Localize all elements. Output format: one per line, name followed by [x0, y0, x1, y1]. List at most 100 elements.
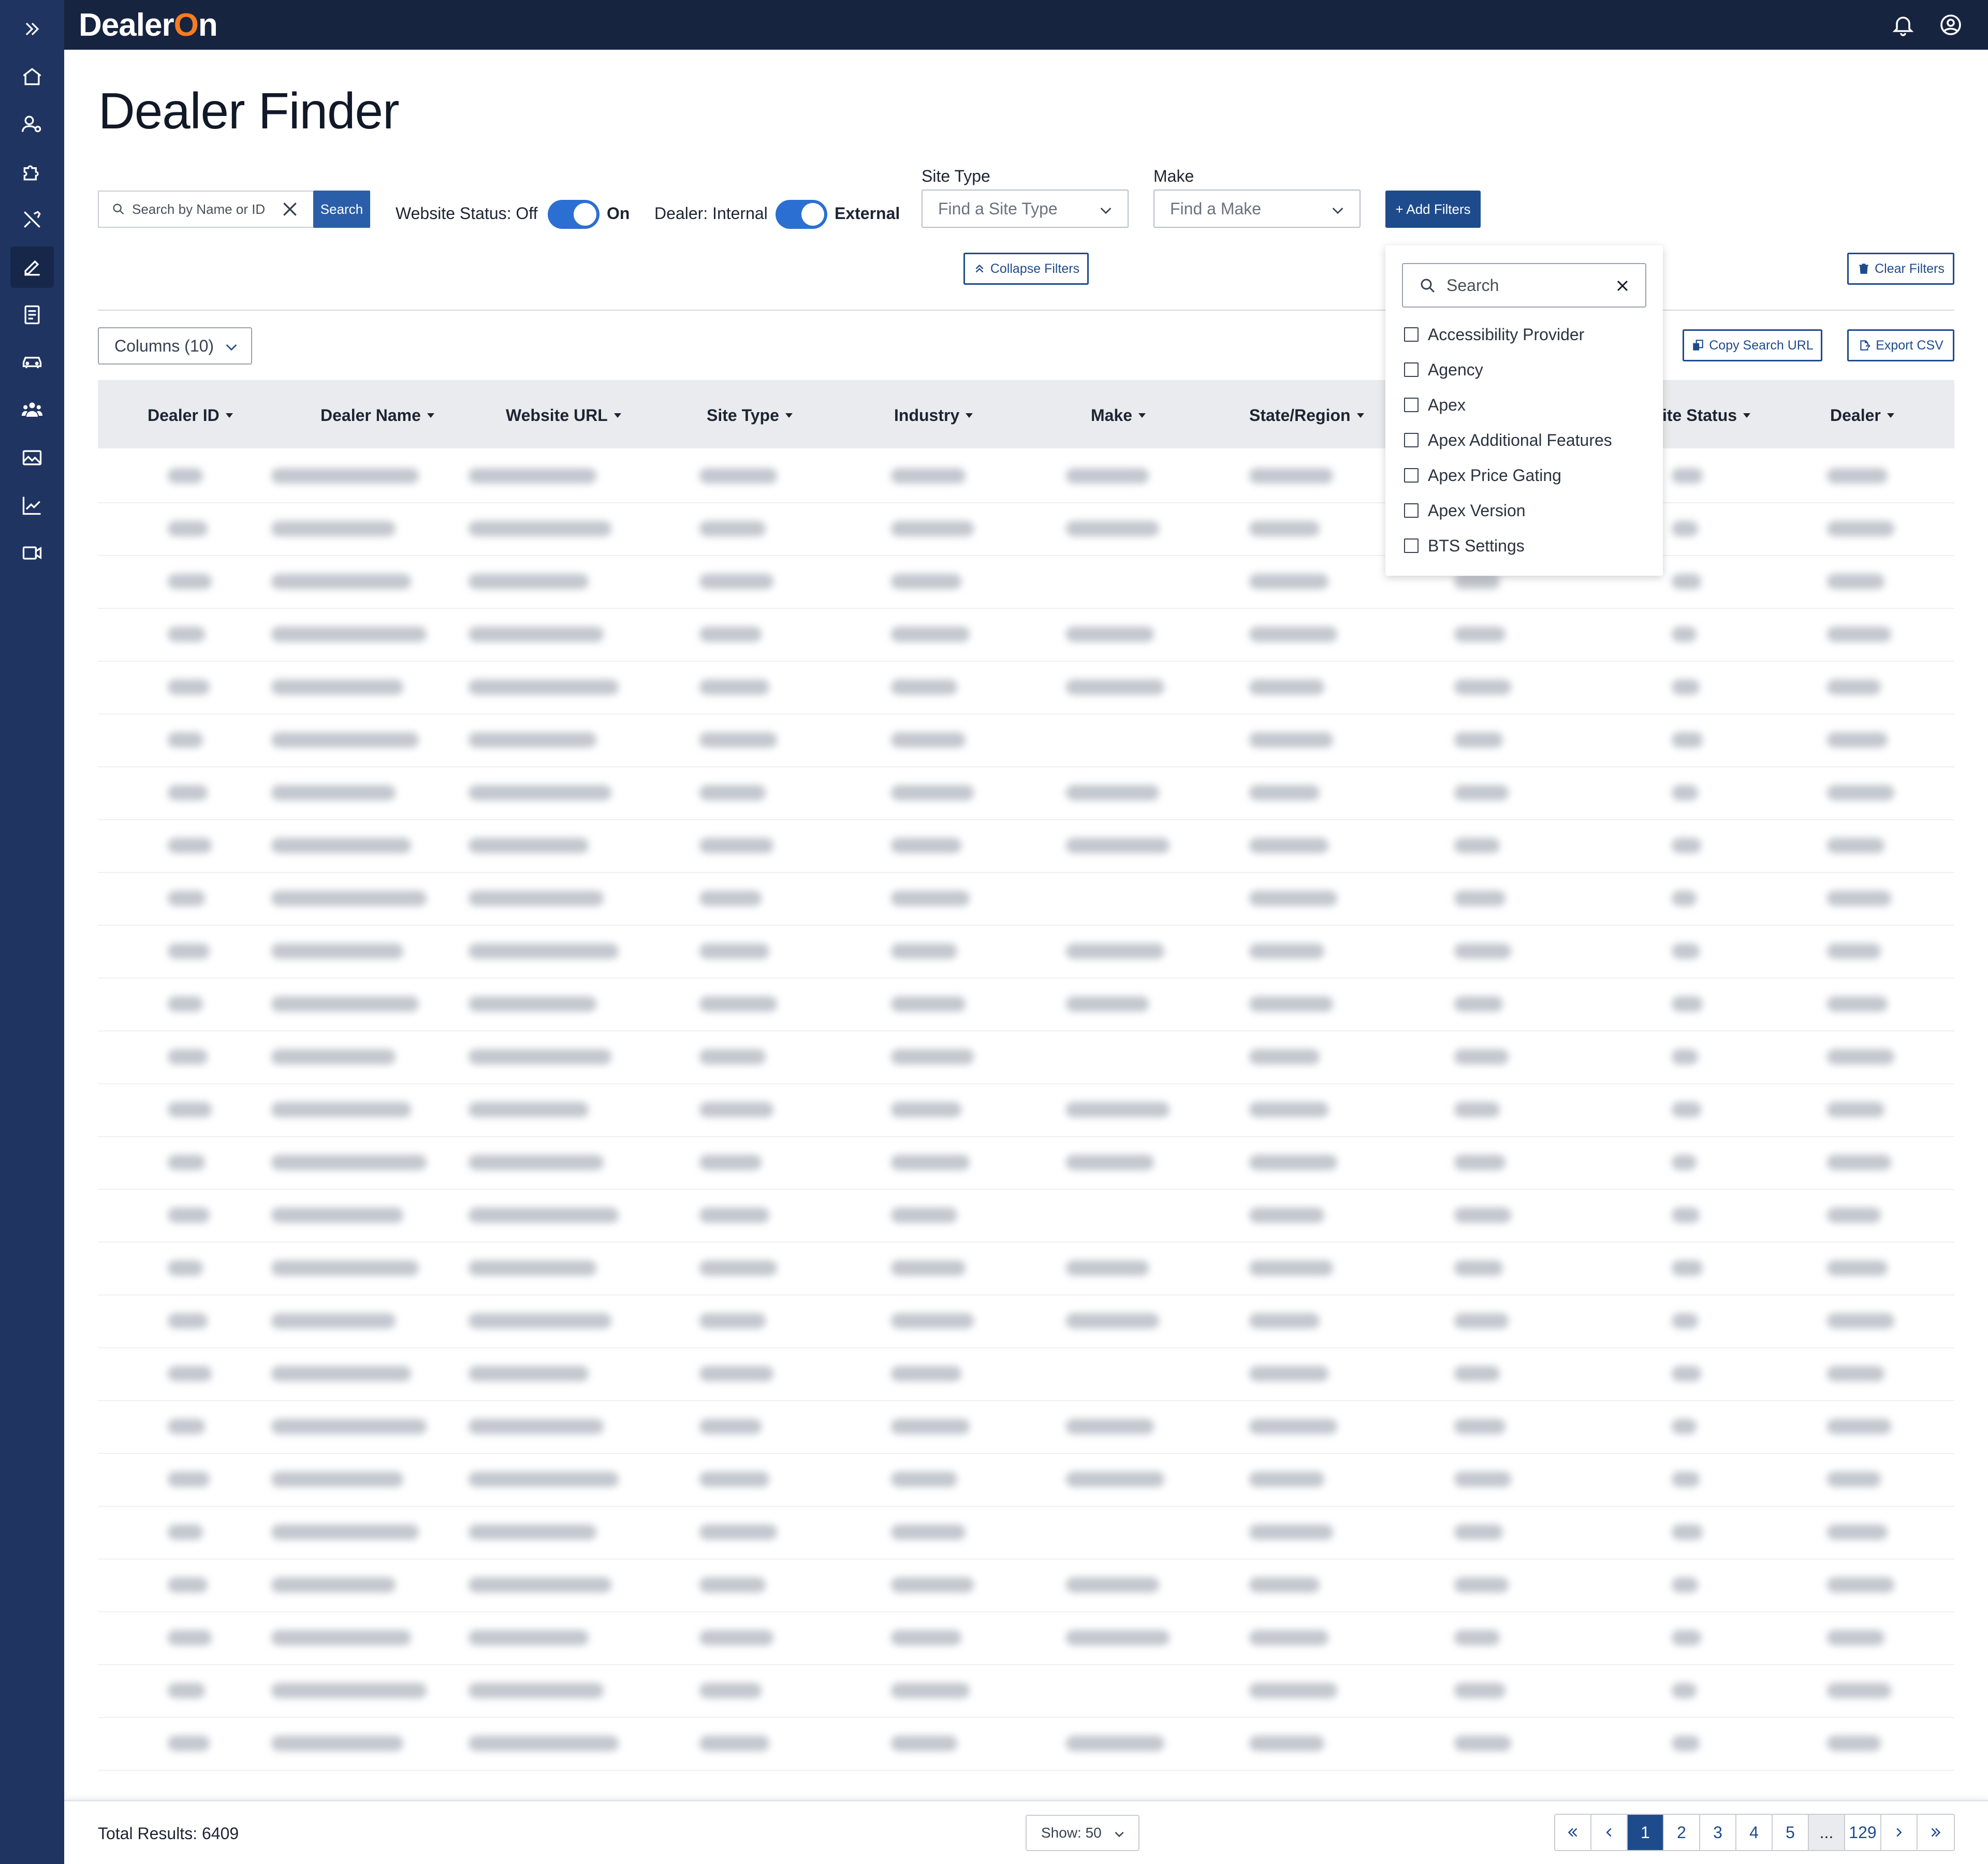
clear-filters-button[interactable]: Clear Filters — [1847, 253, 1954, 285]
export-csv-button[interactable]: Export CSV — [1847, 329, 1954, 361]
last-page-button[interactable] — [1918, 1815, 1954, 1850]
close-icon[interactable] — [1613, 276, 1632, 295]
first-page-button[interactable] — [1555, 1815, 1591, 1850]
table-row[interactable] — [98, 1665, 1954, 1718]
column-header-site-type[interactable]: Site Type — [707, 406, 793, 425]
table-row[interactable] — [98, 1454, 1954, 1507]
blurred-cell — [271, 521, 396, 536]
search-button[interactable]: Search — [313, 191, 370, 228]
table-row[interactable] — [98, 1031, 1954, 1084]
prev-page-button[interactable] — [1591, 1815, 1628, 1850]
page-1-button[interactable]: 1 — [1628, 1815, 1664, 1850]
column-header-website-url[interactable]: Website URL — [506, 406, 621, 425]
column-header-state-region[interactable]: State/Region — [1249, 406, 1364, 425]
header-label: Site Type — [707, 406, 779, 425]
account-icon[interactable] — [1938, 12, 1963, 37]
page-5-button[interactable]: 5 — [1773, 1815, 1809, 1850]
table-row[interactable] — [98, 1560, 1954, 1612]
dealer-type-toggle[interactable] — [776, 200, 827, 229]
table-row[interactable] — [98, 1718, 1954, 1771]
table-row[interactable] — [98, 1507, 1954, 1560]
dealeron-logo[interactable]: Dealer On — [79, 7, 218, 43]
sidebar-item-tools[interactable] — [10, 199, 54, 240]
table-row[interactable] — [98, 609, 1954, 662]
blurred-cell — [699, 732, 777, 748]
filter-option-agency[interactable]: Agency — [1404, 359, 1483, 380]
website-status-label: Website Status: Off — [396, 204, 538, 223]
filter-search-input[interactable]: Search — [1402, 263, 1646, 308]
table-row[interactable] — [98, 662, 1954, 715]
table-row[interactable] — [98, 450, 1954, 503]
sidebar-item-analytics[interactable] — [10, 485, 54, 526]
make-select[interactable]: Find a Make — [1153, 190, 1361, 228]
blurred-cell — [271, 785, 396, 800]
column-header-website-status[interactable]: ite Status — [1662, 406, 1751, 425]
sidebar-item-video[interactable] — [10, 532, 54, 574]
column-header-dealer[interactable]: Dealer — [1830, 406, 1894, 425]
filter-option-accessibility-provider[interactable]: Accessibility Provider — [1404, 324, 1584, 345]
column-header-make[interactable]: Make — [1091, 406, 1146, 425]
website-status-toggle[interactable] — [548, 200, 600, 229]
table-row[interactable] — [98, 979, 1954, 1031]
table-row[interactable] — [98, 926, 1954, 979]
page-size-select[interactable]: Show: 50 — [1026, 1815, 1139, 1851]
sidebar-item-media[interactable] — [10, 437, 54, 478]
filter-option-apex-price-gating[interactable]: Apex Price Gating — [1404, 465, 1561, 486]
sidebar-item-users[interactable] — [10, 389, 54, 431]
table-row[interactable] — [98, 1295, 1954, 1348]
sidebar-item-integrations[interactable] — [10, 151, 54, 193]
table-row[interactable] — [98, 1401, 1954, 1454]
table-row[interactable] — [98, 503, 1954, 556]
columns-select[interactable]: Columns (10) — [98, 327, 252, 365]
table-row[interactable] — [98, 556, 1954, 609]
blurred-cell — [469, 1102, 589, 1117]
collapse-filters-button[interactable]: Collapse Filters — [963, 253, 1089, 285]
blurred-cell — [699, 1260, 777, 1276]
sidebar-expand-button[interactable] — [10, 8, 54, 50]
table-row[interactable] — [98, 873, 1954, 926]
checkbox[interactable] — [1404, 327, 1419, 342]
sidebar-item-vehicles[interactable] — [10, 342, 54, 383]
filter-option-apex-additional-features[interactable]: Apex Additional Features — [1404, 430, 1612, 450]
page-3-button[interactable]: 3 — [1700, 1815, 1736, 1850]
blurred-cell — [1249, 785, 1320, 800]
page-last-button[interactable]: 129 — [1845, 1815, 1881, 1850]
table-row[interactable] — [98, 1612, 1954, 1665]
sidebar-item-documents[interactable] — [10, 294, 54, 336]
table-row[interactable] — [98, 1190, 1954, 1243]
filter-option-apex[interactable]: Apex — [1404, 395, 1466, 415]
checkbox[interactable] — [1404, 468, 1419, 483]
checkbox[interactable] — [1404, 503, 1419, 518]
checkbox[interactable] — [1404, 362, 1419, 377]
copy-search-url-button[interactable]: Copy Search URL — [1683, 329, 1822, 361]
blurred-cell — [891, 1049, 974, 1065]
filter-option-apex-version[interactable]: Apex Version — [1404, 500, 1526, 521]
add-filters-button[interactable]: + Add Filters — [1385, 191, 1481, 228]
page-2-button[interactable]: 2 — [1664, 1815, 1700, 1850]
blurred-cell — [168, 1049, 208, 1065]
checkbox[interactable] — [1404, 433, 1419, 447]
sidebar-item-edit[interactable] — [10, 246, 54, 288]
next-page-button[interactable] — [1881, 1815, 1918, 1850]
filter-option-bts-settings[interactable]: BTS Settings — [1404, 535, 1525, 556]
table-row[interactable] — [98, 1084, 1954, 1137]
sidebar-item-home[interactable] — [10, 56, 54, 97]
table-row[interactable] — [98, 820, 1954, 873]
table-row[interactable] — [98, 767, 1954, 820]
sidebar-item-user-settings[interactable] — [10, 104, 54, 145]
table-row[interactable] — [98, 1348, 1954, 1401]
page-4-button[interactable]: 4 — [1736, 1815, 1773, 1850]
table-row[interactable] — [98, 1243, 1954, 1295]
blurred-cell — [891, 1630, 961, 1645]
column-header-dealer-id[interactable]: Dealer ID — [148, 406, 233, 425]
checkbox[interactable] — [1404, 538, 1419, 553]
checkbox[interactable] — [1404, 398, 1419, 412]
table-row[interactable] — [98, 1137, 1954, 1190]
blurred-cell — [168, 1683, 205, 1698]
column-header-dealer-name[interactable]: Dealer Name — [320, 406, 434, 425]
bell-icon[interactable] — [1891, 12, 1916, 37]
column-header-industry[interactable]: Industry — [894, 406, 973, 425]
site-type-select[interactable]: Find a Site Type — [922, 190, 1129, 228]
table-row[interactable] — [98, 715, 1954, 767]
close-icon[interactable] — [280, 199, 300, 220]
